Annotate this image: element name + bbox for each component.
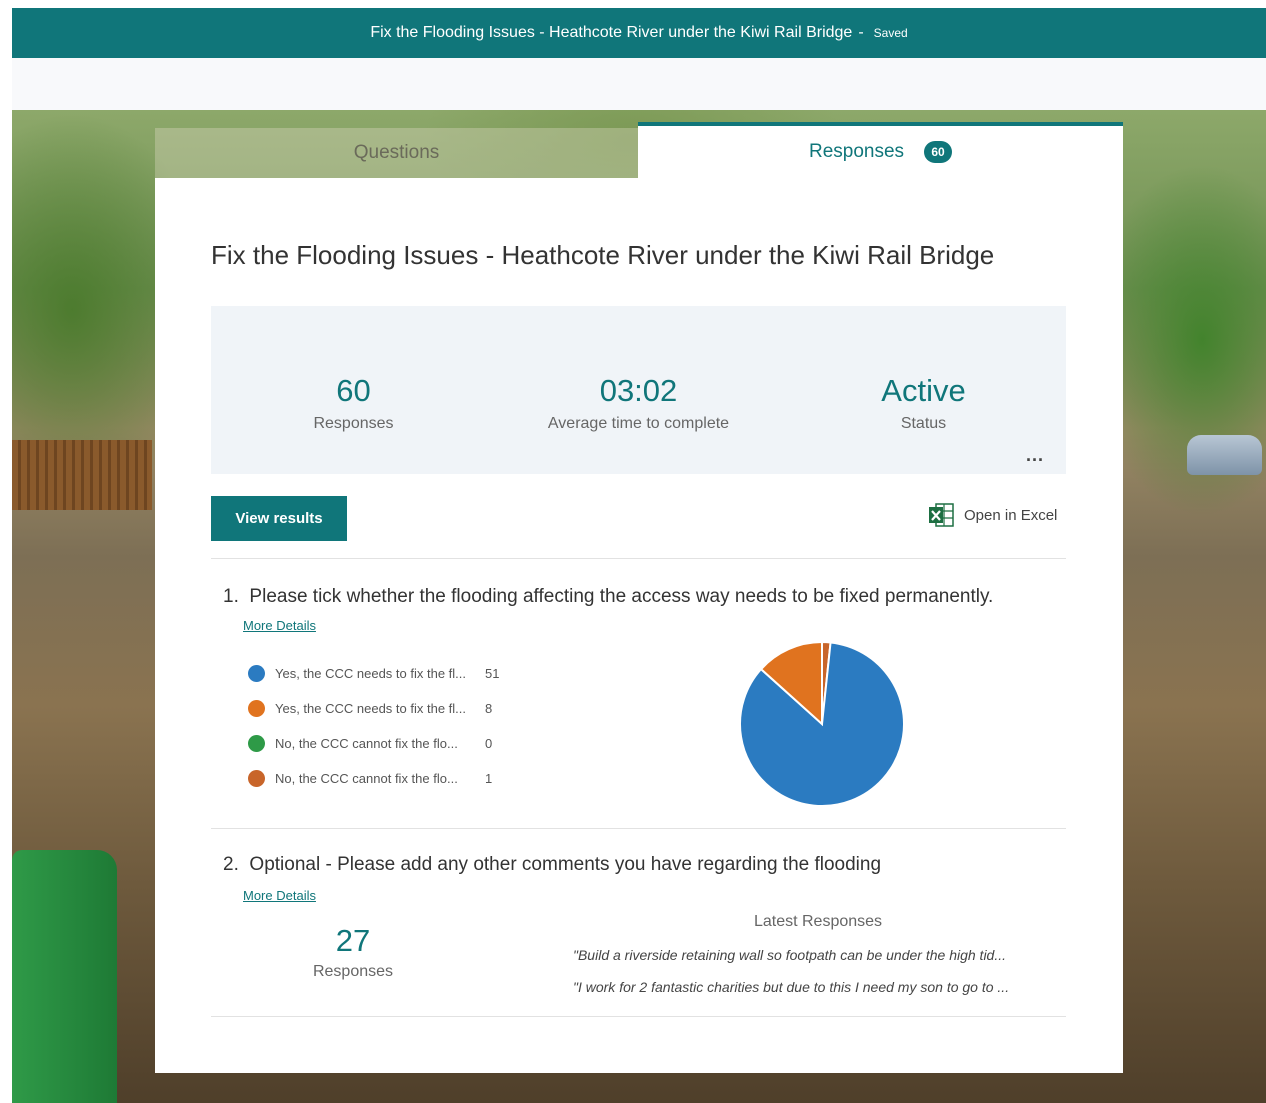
title-bar: Fix the Flooding Issues - Heathcote Rive… bbox=[12, 8, 1266, 58]
question-1-text: Please tick whether the flooding affecti… bbox=[249, 586, 994, 607]
question-1-title: 1. Please tick whether the flooding affe… bbox=[223, 586, 993, 608]
more-options-icon[interactable]: ... bbox=[1026, 445, 1044, 466]
save-status: Saved bbox=[873, 26, 908, 40]
legend-swatch-icon bbox=[248, 665, 265, 682]
question-1-legend: Yes, the CCC needs to fix the fl... 51 Y… bbox=[248, 656, 499, 796]
legend-item: Yes, the CCC needs to fix the fl... 8 bbox=[248, 691, 499, 726]
open-in-excel-label: Open in Excel bbox=[964, 506, 1058, 524]
latest-responses: Latest Responses "Build a riverside reta… bbox=[573, 913, 1063, 1003]
stat-status-value: Active bbox=[881, 373, 966, 408]
question-2-more-details-link[interactable]: More Details bbox=[243, 888, 316, 903]
form-header-title: Fix the Flooding Issues - Heathcote Rive… bbox=[370, 24, 853, 41]
page-title: Fix the Flooding Issues - Heathcote Rive… bbox=[211, 240, 995, 270]
header-separator: - bbox=[858, 24, 864, 41]
divider bbox=[211, 1016, 1066, 1017]
divider bbox=[211, 828, 1066, 829]
legend-count: 51 bbox=[485, 666, 500, 681]
legend-item: No, the CCC cannot fix the flo... 1 bbox=[248, 761, 499, 796]
legend-swatch-icon bbox=[248, 735, 265, 752]
open-in-excel-link[interactable]: Open in Excel bbox=[928, 503, 1057, 527]
divider bbox=[211, 558, 1066, 559]
stat-status-label: Status bbox=[900, 415, 947, 432]
question-2-responses-label: Responses bbox=[312, 963, 394, 980]
legend-label: Yes, the CCC needs to fix the fl... bbox=[275, 701, 467, 716]
tab-questions[interactable]: Questions bbox=[155, 128, 638, 178]
legend-count: 8 bbox=[485, 701, 493, 716]
legend-count: 1 bbox=[485, 771, 493, 786]
question-1-more-details-link[interactable]: More Details bbox=[243, 618, 316, 633]
view-results-button[interactable]: View results bbox=[211, 496, 347, 541]
fence-decoration bbox=[12, 440, 152, 510]
question-1-number: 1. bbox=[223, 586, 239, 607]
stat-average-time: 03:02 Average time to complete bbox=[496, 373, 781, 433]
question-2-number: 2. bbox=[223, 854, 239, 875]
question-2-text: Optional - Please add any other comments… bbox=[249, 854, 882, 875]
stat-responses-label: Responses bbox=[313, 415, 394, 432]
stat-status: Active Status bbox=[781, 373, 1066, 433]
stat-responses: 60 Responses bbox=[211, 373, 496, 433]
legend-swatch-icon bbox=[248, 700, 265, 717]
question-2-response-count: 27 Responses bbox=[253, 923, 453, 981]
responses-panel: Fix the Flooding Issues - Heathcote Rive… bbox=[155, 178, 1123, 1073]
tab-responses[interactable]: Responses 60 bbox=[638, 122, 1123, 178]
question-2-title: 2. Optional - Please add any other comme… bbox=[223, 854, 881, 876]
tab-questions-label: Questions bbox=[353, 142, 440, 163]
responses-count-badge: 60 bbox=[924, 141, 953, 163]
latest-responses-heading: Latest Responses bbox=[753, 913, 883, 930]
car-decoration bbox=[1187, 435, 1262, 475]
legend-count: 0 bbox=[485, 736, 493, 751]
summary-stats: 60 Responses 03:02 Average time to compl… bbox=[211, 306, 1066, 474]
legend-item: Yes, the CCC needs to fix the fl... 51 bbox=[248, 656, 499, 691]
toolbar-area bbox=[12, 58, 1266, 110]
stat-average-time-label: Average time to complete bbox=[547, 415, 730, 432]
legend-label: No, the CCC cannot fix the flo... bbox=[275, 736, 458, 751]
legend-swatch-icon bbox=[248, 770, 265, 787]
legend-label: No, the CCC cannot fix the flo... bbox=[275, 771, 458, 786]
wheelie-bin-decoration bbox=[12, 850, 117, 1103]
legend-label: Yes, the CCC needs to fix the fl... bbox=[275, 666, 467, 681]
latest-response-item: "Build a riverside retaining wall so foo… bbox=[573, 947, 1007, 963]
question-1-pie-chart bbox=[739, 640, 905, 807]
latest-response-item: "I work for 2 fantastic charities but du… bbox=[573, 979, 1010, 995]
excel-icon bbox=[928, 503, 954, 527]
question-2-responses-value: 27 bbox=[335, 923, 371, 958]
legend-item: No, the CCC cannot fix the flo... 0 bbox=[248, 726, 499, 761]
tab-responses-label: Responses bbox=[808, 141, 905, 162]
stat-responses-value: 60 bbox=[336, 373, 371, 408]
stat-average-time-value: 03:02 bbox=[599, 373, 678, 408]
